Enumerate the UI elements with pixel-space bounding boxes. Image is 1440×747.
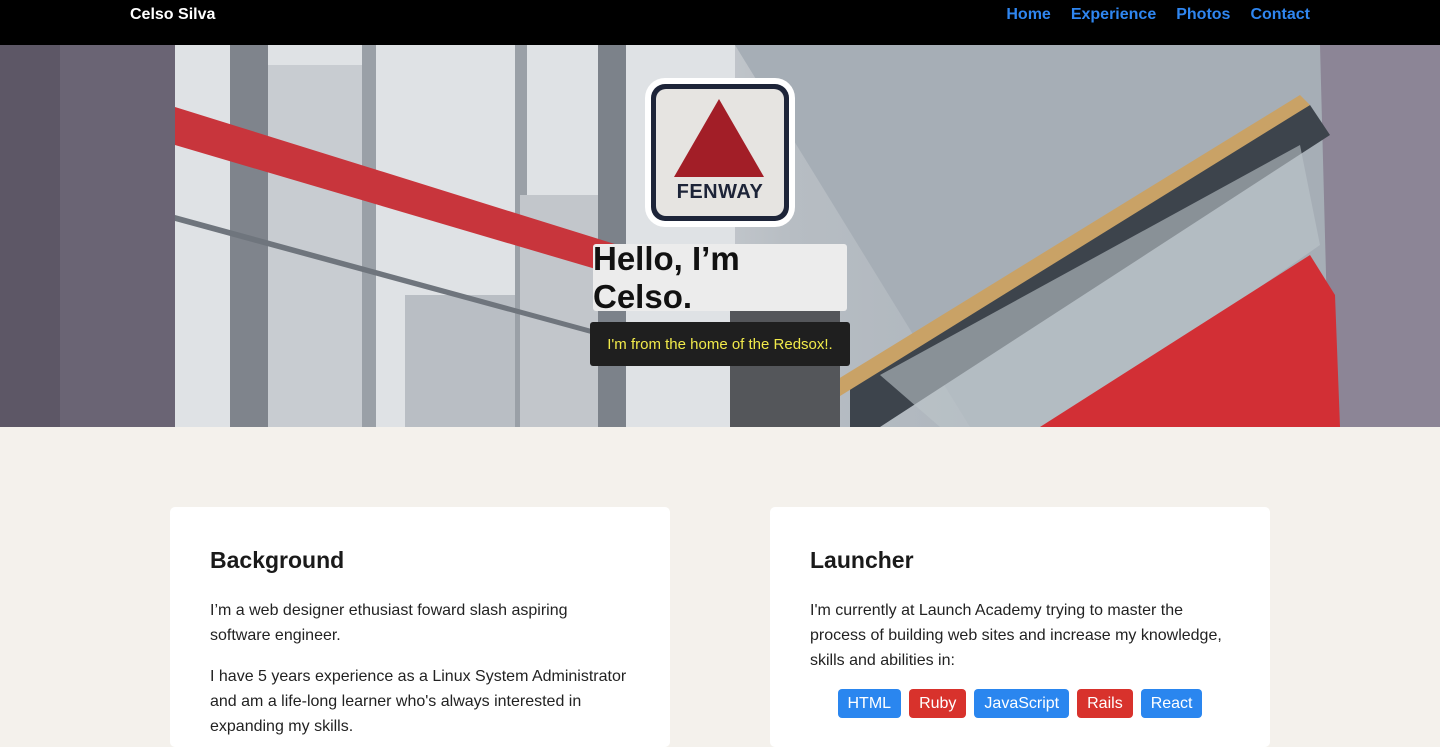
tag-react[interactable]: React (1140, 689, 1203, 718)
card-paragraph: I’m a web designer ethusiast foward slas… (210, 602, 568, 644)
card-title: Background (210, 547, 345, 573)
nav-photos-link[interactable]: Photos (1176, 6, 1230, 24)
brand-link[interactable]: Celso Silva (130, 6, 215, 24)
tag-rails[interactable]: Rails (1077, 689, 1133, 718)
tag-html[interactable]: HTML (837, 689, 902, 718)
card-paragraph: I'm currently at Launch Academy trying t… (810, 602, 1222, 669)
hero-subtitle: I'm from the home of the Redsox!. (590, 322, 850, 366)
skill-tags: HTML Ruby JavaScript Rails React (810, 689, 1230, 718)
nav-experience-link[interactable]: Experience (1071, 6, 1156, 24)
tag-ruby[interactable]: Ruby (909, 689, 967, 718)
tag-javascript[interactable]: JavaScript (974, 689, 1070, 718)
logo-text: FENWAY (676, 181, 764, 203)
background-card: Background I’m a web designer ethusiast … (170, 507, 670, 747)
launcher-card: Launcher I'm currently at Launch Academy… (770, 507, 1270, 747)
card-paragraph: I have 5 years experience as a Linux Sys… (210, 668, 627, 735)
fenway-logo: FENWAY (645, 78, 795, 227)
card-title: Launcher (810, 547, 914, 573)
nav-contact-link[interactable]: Contact (1250, 6, 1310, 24)
hero-title: Hello, I’m Celso. (593, 240, 847, 315)
hero-banner: FENWAY Hello, I’m Celso. I'm from the ho… (0, 45, 1440, 427)
top-navbar: Celso Silva Home Experience Photos Conta… (0, 0, 1440, 45)
nav-home-link[interactable]: Home (1006, 6, 1050, 24)
nav-links: Home Experience Photos Contact (1006, 6, 1310, 24)
